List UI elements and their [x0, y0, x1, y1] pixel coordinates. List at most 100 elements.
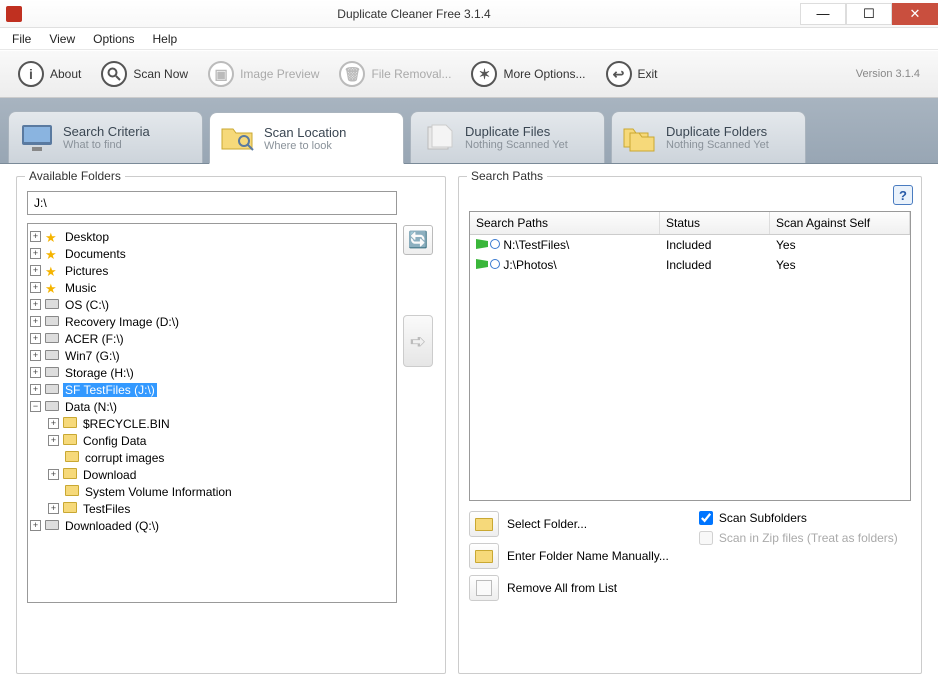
tree-item-recovery[interactable]: +Recovery Image (D:\)	[30, 313, 394, 330]
tree-item-pictures[interactable]: +★Pictures	[30, 262, 394, 279]
more-options-button[interactable]: ✶ More Options...	[463, 57, 593, 91]
image-preview-label: Image Preview	[240, 67, 319, 81]
tree-item-storage[interactable]: +Storage (H:\)	[30, 364, 394, 381]
file-removal-button[interactable]: 🗑 File Removal...	[331, 57, 459, 91]
folder-tree[interactable]: +★Desktop +★Documents +★Pictures +★Music…	[27, 223, 397, 603]
expand-icon[interactable]: +	[48, 503, 59, 514]
tree-item-os[interactable]: +OS (C:\)	[30, 296, 394, 313]
tree-item-win7[interactable]: +Win7 (G:\)	[30, 347, 394, 364]
star-icon: ★	[45, 264, 61, 278]
minimize-button[interactable]: —	[800, 3, 846, 25]
expand-icon[interactable]: +	[30, 350, 41, 361]
drive-icon	[45, 400, 61, 414]
tree-item-sysvol[interactable]: System Volume Information	[48, 483, 394, 500]
search-paths-panel: Search Paths ? Search Paths Status Scan …	[458, 176, 922, 674]
table-row[interactable]: N:\TestFiles\ Included Yes	[470, 235, 910, 255]
expand-icon[interactable]: +	[30, 520, 41, 531]
tree-item-corrupt[interactable]: corrupt images	[48, 449, 394, 466]
path-input[interactable]	[27, 191, 397, 215]
path-cell: J:\Photos\	[503, 258, 556, 272]
col-path[interactable]: Search Paths	[470, 212, 660, 234]
scan-subfolders-checkbox[interactable]	[699, 511, 713, 525]
drive-icon	[45, 298, 61, 312]
help-button[interactable]: ?	[893, 185, 913, 205]
drive-icon	[45, 349, 61, 363]
expand-icon[interactable]: +	[30, 231, 41, 242]
tree-item-acer[interactable]: +ACER (F:\)	[30, 330, 394, 347]
menu-file[interactable]: File	[12, 32, 31, 46]
col-status[interactable]: Status	[660, 212, 770, 234]
menu-options[interactable]: Options	[93, 32, 134, 46]
expand-icon[interactable]: +	[48, 469, 59, 480]
close-button[interactable]: ✕	[892, 3, 938, 25]
self-cell: Yes	[770, 237, 910, 253]
tree-item-downloaded[interactable]: +Downloaded (Q:\)	[30, 517, 394, 534]
add-path-button[interactable]: ➪	[403, 315, 433, 367]
collapse-icon[interactable]: −	[30, 401, 41, 412]
expand-icon[interactable]: +	[30, 384, 41, 395]
expand-icon[interactable]: +	[30, 367, 41, 378]
image-preview-button[interactable]: ▣ Image Preview	[200, 57, 327, 91]
scan-subfolders-label: Scan Subfolders	[719, 511, 807, 525]
tree-item-data[interactable]: −Data (N:\)	[30, 398, 394, 415]
tree-item-download[interactable]: +Download	[48, 466, 394, 483]
expand-icon[interactable]: +	[30, 333, 41, 344]
col-self[interactable]: Scan Against Self	[770, 212, 910, 234]
expand-icon[interactable]: +	[30, 316, 41, 327]
tree-item-testfiles[interactable]: +TestFiles	[48, 500, 394, 517]
expand-icon[interactable]: +	[48, 418, 59, 429]
enter-folder-manually-button[interactable]: Enter Folder Name Manually...	[469, 543, 669, 569]
tab-title: Scan Location	[264, 125, 346, 140]
expand-icon[interactable]: +	[48, 435, 59, 446]
menu-help[interactable]: Help	[153, 32, 178, 46]
expand-icon[interactable]: +	[30, 299, 41, 310]
tab-subtitle: What to find	[63, 139, 150, 151]
expand-icon[interactable]: +	[30, 265, 41, 276]
remove-all-button[interactable]: Remove All from List	[469, 575, 669, 601]
tab-subtitle: Where to look	[264, 140, 346, 152]
empty-icon	[469, 575, 499, 601]
tree-item-sftest[interactable]: +SF TestFiles (J:\)	[30, 381, 394, 398]
trash-icon: 🗑	[339, 61, 365, 87]
tab-duplicate-folders[interactable]: Duplicate Folders Nothing Scanned Yet	[611, 111, 806, 163]
tree-item-documents[interactable]: +★Documents	[30, 245, 394, 262]
folder-edit-icon	[469, 543, 499, 569]
tree-item-recycle[interactable]: +$RECYCLE.BIN	[48, 415, 394, 432]
drive-icon	[45, 383, 61, 397]
star-icon: ★	[45, 247, 61, 261]
tree-item-desktop[interactable]: +★Desktop	[30, 228, 394, 245]
folder-icon	[63, 434, 79, 448]
scan-now-button[interactable]: Scan Now	[93, 57, 196, 91]
tab-duplicate-files[interactable]: Duplicate Files Nothing Scanned Yet	[410, 111, 605, 163]
menu-view[interactable]: View	[49, 32, 75, 46]
version-label: Version 3.1.4	[856, 68, 920, 80]
exit-button[interactable]: ↩ Exit	[598, 57, 666, 91]
about-button[interactable]: i About	[10, 57, 89, 91]
app-icon	[6, 6, 22, 22]
expand-icon[interactable]: +	[30, 248, 41, 259]
table-row[interactable]: J:\Photos\ Included Yes	[470, 255, 910, 275]
titlebar: Duplicate Cleaner Free 3.1.4 — ☐ ✕	[0, 0, 938, 28]
scan-subfolders-checkbox-row[interactable]: Scan Subfolders	[699, 511, 898, 525]
workarea: Available Folders +★Desktop +★Documents …	[0, 164, 938, 686]
tab-subtitle: Nothing Scanned Yet	[465, 139, 568, 151]
tree-item-config[interactable]: +Config Data	[48, 432, 394, 449]
enter-manual-label: Enter Folder Name Manually...	[507, 549, 669, 563]
status-cell: Included	[660, 237, 770, 253]
maximize-button[interactable]: ☐	[846, 3, 892, 25]
about-label: About	[50, 67, 81, 81]
tab-scan-location[interactable]: Scan Location Where to look	[209, 112, 404, 164]
tree-item-music[interactable]: +★Music	[30, 279, 394, 296]
scan-zip-checkbox-row: Scan in Zip files (Treat as folders)	[699, 531, 898, 545]
refresh-button[interactable]: 🔄	[403, 225, 433, 255]
search-icon	[101, 61, 127, 87]
search-icon	[490, 239, 500, 249]
more-options-label: More Options...	[503, 67, 585, 81]
drive-icon	[45, 315, 61, 329]
scan-zip-label: Scan in Zip files (Treat as folders)	[719, 531, 898, 545]
tabstrip: Search Criteria What to find Scan Locati…	[0, 98, 938, 164]
expand-icon[interactable]: +	[30, 282, 41, 293]
tab-search-criteria[interactable]: Search Criteria What to find	[8, 111, 203, 163]
select-folder-button[interactable]: Select Folder...	[469, 511, 669, 537]
folders-icon	[622, 120, 658, 156]
